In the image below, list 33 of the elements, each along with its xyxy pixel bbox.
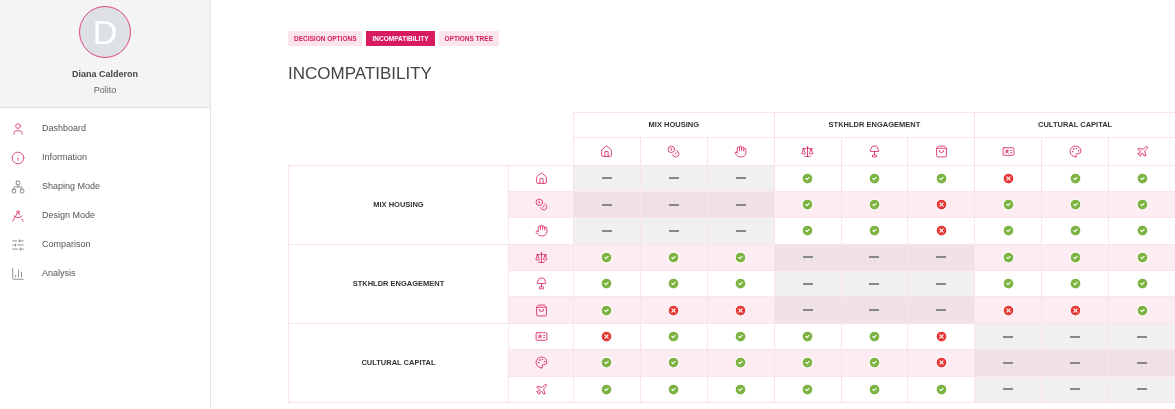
house-icon (600, 144, 614, 158)
house-icon (534, 171, 548, 185)
compass-icon (11, 208, 25, 223)
network-icon (11, 179, 25, 194)
user-organization: Polito (93, 83, 117, 97)
bag-icon (534, 303, 548, 317)
hand-icon (534, 224, 548, 238)
chart-icon (11, 266, 25, 281)
nav-link[interactable]: Design Mode (42, 208, 96, 223)
palette-icon (1068, 144, 1082, 158)
sliders-icon (11, 237, 25, 252)
lamp-icon (534, 277, 548, 291)
scale-icon (534, 250, 548, 264)
user-icon (11, 121, 25, 136)
lamp-icon (867, 144, 881, 158)
hand-icon (734, 144, 748, 158)
nav-link[interactable]: Shaping Mode (42, 179, 101, 194)
plane-icon (1135, 144, 1149, 158)
id-card-icon (534, 330, 548, 344)
coins-icon (534, 198, 548, 212)
nav-link[interactable]: Comparison (42, 237, 91, 252)
nav-link[interactable]: Analysis (42, 266, 76, 281)
nav-link[interactable]: Information (42, 150, 88, 165)
palette-icon (534, 356, 548, 370)
coins-icon (667, 144, 681, 158)
nav-link[interactable]: Dashboard (42, 121, 87, 136)
info-icon (11, 150, 25, 165)
page-title: INCOMPATIBILITY (288, 63, 433, 85)
id-card-icon (1001, 144, 1015, 158)
user-name: Diana Calderon (72, 68, 138, 81)
bag-icon (934, 144, 948, 158)
scale-icon (801, 144, 815, 158)
plane-icon (534, 382, 548, 396)
